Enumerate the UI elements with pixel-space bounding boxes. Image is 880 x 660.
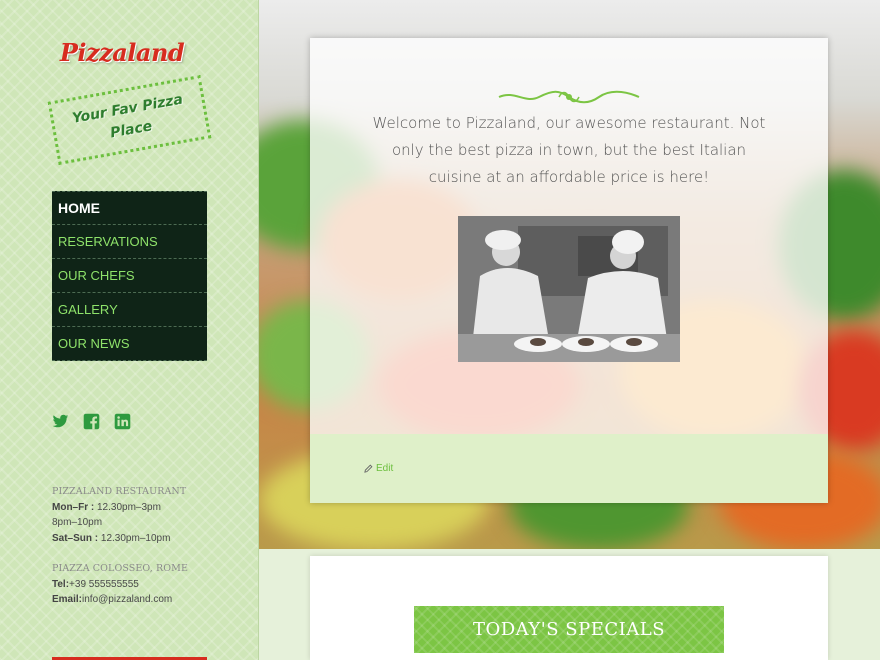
weekend-label: Sat–Sun : <box>52 532 99 544</box>
nav-item-reservations[interactable]: RESERVATIONS <box>52 225 207 259</box>
pencil-icon <box>364 464 373 473</box>
email-label: Email: <box>52 594 83 605</box>
welcome-text: Welcome to Pizzaland, our awesome restau… <box>372 114 766 186</box>
weekday-hours-value: 12.30pm–3pm <box>97 501 161 513</box>
edit-label: Edit <box>376 463 394 474</box>
specials-title: TODAY'S SPECIALS <box>414 606 724 653</box>
contact-info: PIAZZA COLOSSEO, ROME Tel:+39 555555555 … <box>52 561 188 608</box>
tel-label: Tel: <box>52 578 70 590</box>
email-value[interactable]: info@pizzaland.com <box>82 594 172 605</box>
nav-item-home[interactable]: HOME <box>52 191 207 225</box>
weekday-hours-2: 8pm–10pm <box>52 517 103 528</box>
chefs-photo <box>458 216 680 362</box>
nav-item-our-chefs[interactable]: OUR CHEFS <box>52 259 207 293</box>
specials-card: TODAY'S SPECIALS <box>310 556 828 660</box>
tel-value[interactable]: +39 555555555 <box>69 579 139 590</box>
opening-hours: PIZZALAND RESTAURANT Mon–Fr : 12.30pm–3p… <box>52 484 186 546</box>
chefs-illustration <box>458 216 680 362</box>
welcome-card: Welcome to Pizzaland, our awesome restau… <box>310 38 828 503</box>
weekday-hours-1: Mon–Fr : 12.30pm–3pm <box>52 500 186 516</box>
facebook-icon[interactable] <box>83 413 100 430</box>
edit-link[interactable]: Edit <box>364 463 393 474</box>
nav-item-gallery[interactable]: GALLERY <box>52 293 207 327</box>
main-nav: HOME RESERVATIONS OUR CHEFS GALLERY OUR … <box>52 191 207 361</box>
weekend-hours-value: 12.30pm–10pm <box>100 532 171 544</box>
social-links <box>52 413 131 430</box>
ornament-flourish-icon <box>498 90 640 104</box>
restaurant-name: PIZZALAND RESTAURANT <box>52 486 187 497</box>
email: Email:info@pizzaland.com <box>52 592 188 608</box>
weekend-hours: Sat–Sun : 12.30pm–10pm <box>52 531 186 547</box>
sidebar: Pizzaland Your Fav Pizza Place HOME RESE… <box>0 0 259 660</box>
linkedin-icon[interactable] <box>114 413 131 430</box>
nav-item-our-news[interactable]: OUR NEWS <box>52 327 207 361</box>
site-logo[interactable]: Pizzaland <box>52 38 192 67</box>
site-tagline: Your Fav Pizza Place <box>47 75 212 165</box>
weekday-label: Mon–Fr : <box>52 501 95 513</box>
address: PIAZZA COLOSSEO, ROME <box>52 563 188 574</box>
twitter-icon[interactable] <box>52 413 69 430</box>
telephone: Tel:+39 555555555 <box>52 577 188 593</box>
